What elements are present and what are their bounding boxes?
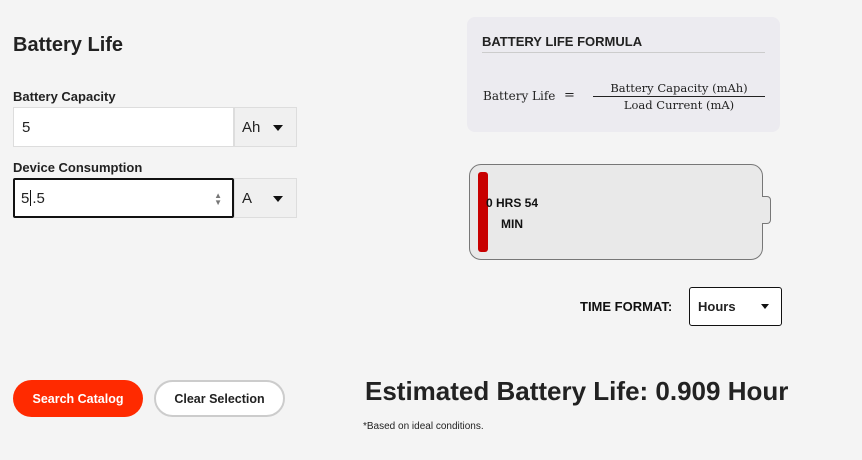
page-title: Battery Life: [13, 34, 124, 56]
number-spinner-icon[interactable]: ▲ ▼: [214, 192, 222, 207]
time-format-value: Hours: [698, 299, 736, 314]
battery-time-display: 0 HRS 54 MIN: [484, 193, 540, 235]
formula-fraction: Battery Capacity (mAh) Load Current (mA): [593, 81, 765, 112]
consumption-value-part2: .5: [32, 189, 45, 207]
battery-terminal: [762, 196, 771, 224]
formula-numerator: Battery Capacity (mAh): [593, 81, 765, 97]
formula-equals: =: [564, 88, 575, 103]
text-caret: [30, 190, 32, 206]
device-consumption-label: Device Consumption: [13, 160, 143, 175]
time-format-label: TIME FORMAT:: [580, 299, 673, 314]
consumption-value-part1: 5: [21, 189, 30, 207]
capacity-unit-select[interactable]: Ah: [234, 107, 297, 147]
conditions-note: *Based on ideal conditions.: [363, 421, 484, 432]
chevron-down-icon: [273, 125, 283, 131]
estimated-battery-life: Estimated Battery Life: 0.909 Hour: [365, 376, 789, 406]
device-consumption-input[interactable]: 5.5 ▲ ▼: [13, 178, 234, 218]
formula-card: BATTERY LIFE FORMULA Battery Life = Batt…: [467, 17, 780, 132]
formula-lhs: Battery Life: [483, 89, 556, 103]
formula-title: BATTERY LIFE FORMULA: [482, 34, 643, 49]
battery-capacity-input[interactable]: 5: [13, 107, 234, 147]
search-catalog-button[interactable]: Search Catalog: [13, 380, 143, 417]
formula-denominator: Load Current (mA): [623, 98, 735, 112]
consumption-unit-value: A: [242, 189, 253, 207]
capacity-unit-value: Ah: [242, 118, 261, 136]
chevron-down-icon: [273, 196, 283, 202]
time-format-select[interactable]: Hours: [689, 287, 782, 326]
battery-time-line1: 0 HRS 54: [485, 196, 539, 210]
chevron-down-icon: [761, 304, 769, 309]
consumption-unit-select[interactable]: A: [234, 178, 297, 218]
battery-capacity-label: Battery Capacity: [13, 89, 116, 104]
battery-time-line2: MIN: [501, 217, 523, 231]
battery-capacity-value: 5: [22, 118, 31, 136]
divider: [482, 52, 765, 53]
clear-selection-button[interactable]: Clear Selection: [154, 380, 285, 417]
